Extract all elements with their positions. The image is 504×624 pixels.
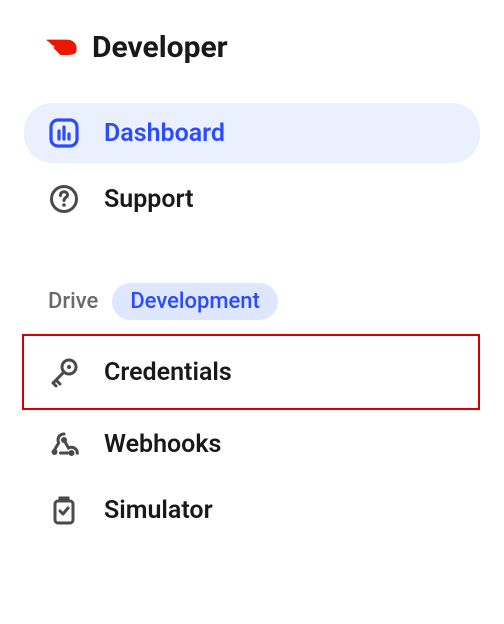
sidebar-item-label: Credentials (104, 358, 232, 387)
section-header-drive: Drive Development (24, 283, 480, 320)
key-icon (48, 356, 80, 388)
sidebar-item-dashboard[interactable]: Dashboard (24, 103, 480, 163)
logo-icon (46, 32, 78, 64)
sidebar-item-simulator[interactable]: Simulator (24, 480, 480, 540)
sidebar-item-support[interactable]: Support (24, 169, 480, 229)
webhooks-icon (48, 428, 80, 460)
sidebar-item-label: Support (104, 185, 194, 214)
sidebar-item-label: Webhooks (104, 430, 221, 459)
dashboard-icon (48, 117, 80, 149)
section-label: Drive (48, 289, 98, 314)
sidebar-item-label: Simulator (104, 496, 213, 525)
env-badge[interactable]: Development (112, 283, 278, 320)
simulator-icon (48, 494, 80, 526)
highlight-credentials: Credentials (22, 334, 480, 410)
help-icon (48, 183, 80, 215)
sidebar-nav: Dashboard Support Drive Development Cred (24, 103, 480, 546)
sidebar-item-credentials[interactable]: Credentials (24, 336, 478, 408)
brand-header: Developer (24, 30, 480, 65)
brand-name: Developer (92, 30, 228, 65)
sidebar-item-webhooks[interactable]: Webhooks (24, 414, 480, 474)
sidebar-item-label: Dashboard (104, 119, 225, 148)
